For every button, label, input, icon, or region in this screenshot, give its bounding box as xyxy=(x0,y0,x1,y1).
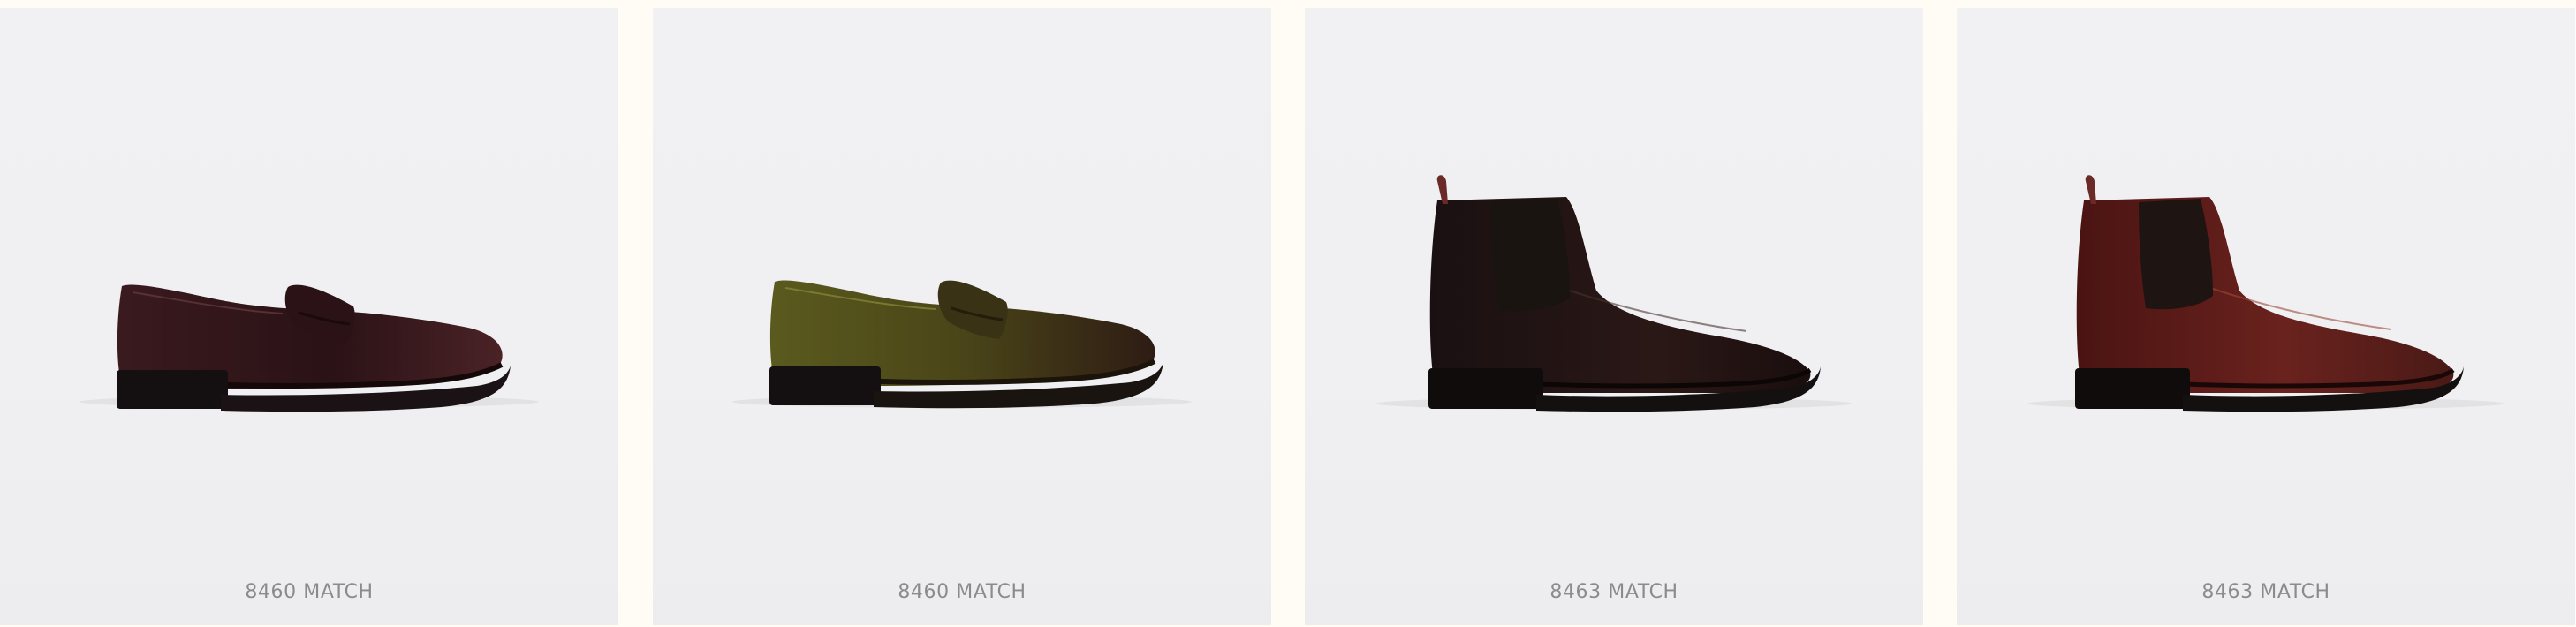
loafer-shoe-image[interactable] xyxy=(0,8,618,555)
product-caption[interactable]: 8460 MATCH xyxy=(653,580,1271,605)
product-grid: 8460 MATCH 8460 MATCH 8463 MATCH 8463 MA… xyxy=(0,0,2576,627)
loafer-shoe-image[interactable] xyxy=(653,8,1271,555)
product-card[interactable]: 8460 MATCH xyxy=(653,8,1271,625)
product-card[interactable]: 8463 MATCH xyxy=(1957,8,2575,625)
product-caption[interactable]: 8460 MATCH xyxy=(0,580,618,605)
product-card[interactable]: 8463 MATCH xyxy=(1305,8,1923,625)
product-card[interactable]: 8460 MATCH xyxy=(0,8,618,625)
chelsea-boot-image[interactable] xyxy=(1305,8,1923,555)
product-caption[interactable]: 8463 MATCH xyxy=(1957,580,2575,605)
chelsea-boot-image[interactable] xyxy=(1957,8,2575,555)
product-caption[interactable]: 8463 MATCH xyxy=(1305,580,1923,605)
